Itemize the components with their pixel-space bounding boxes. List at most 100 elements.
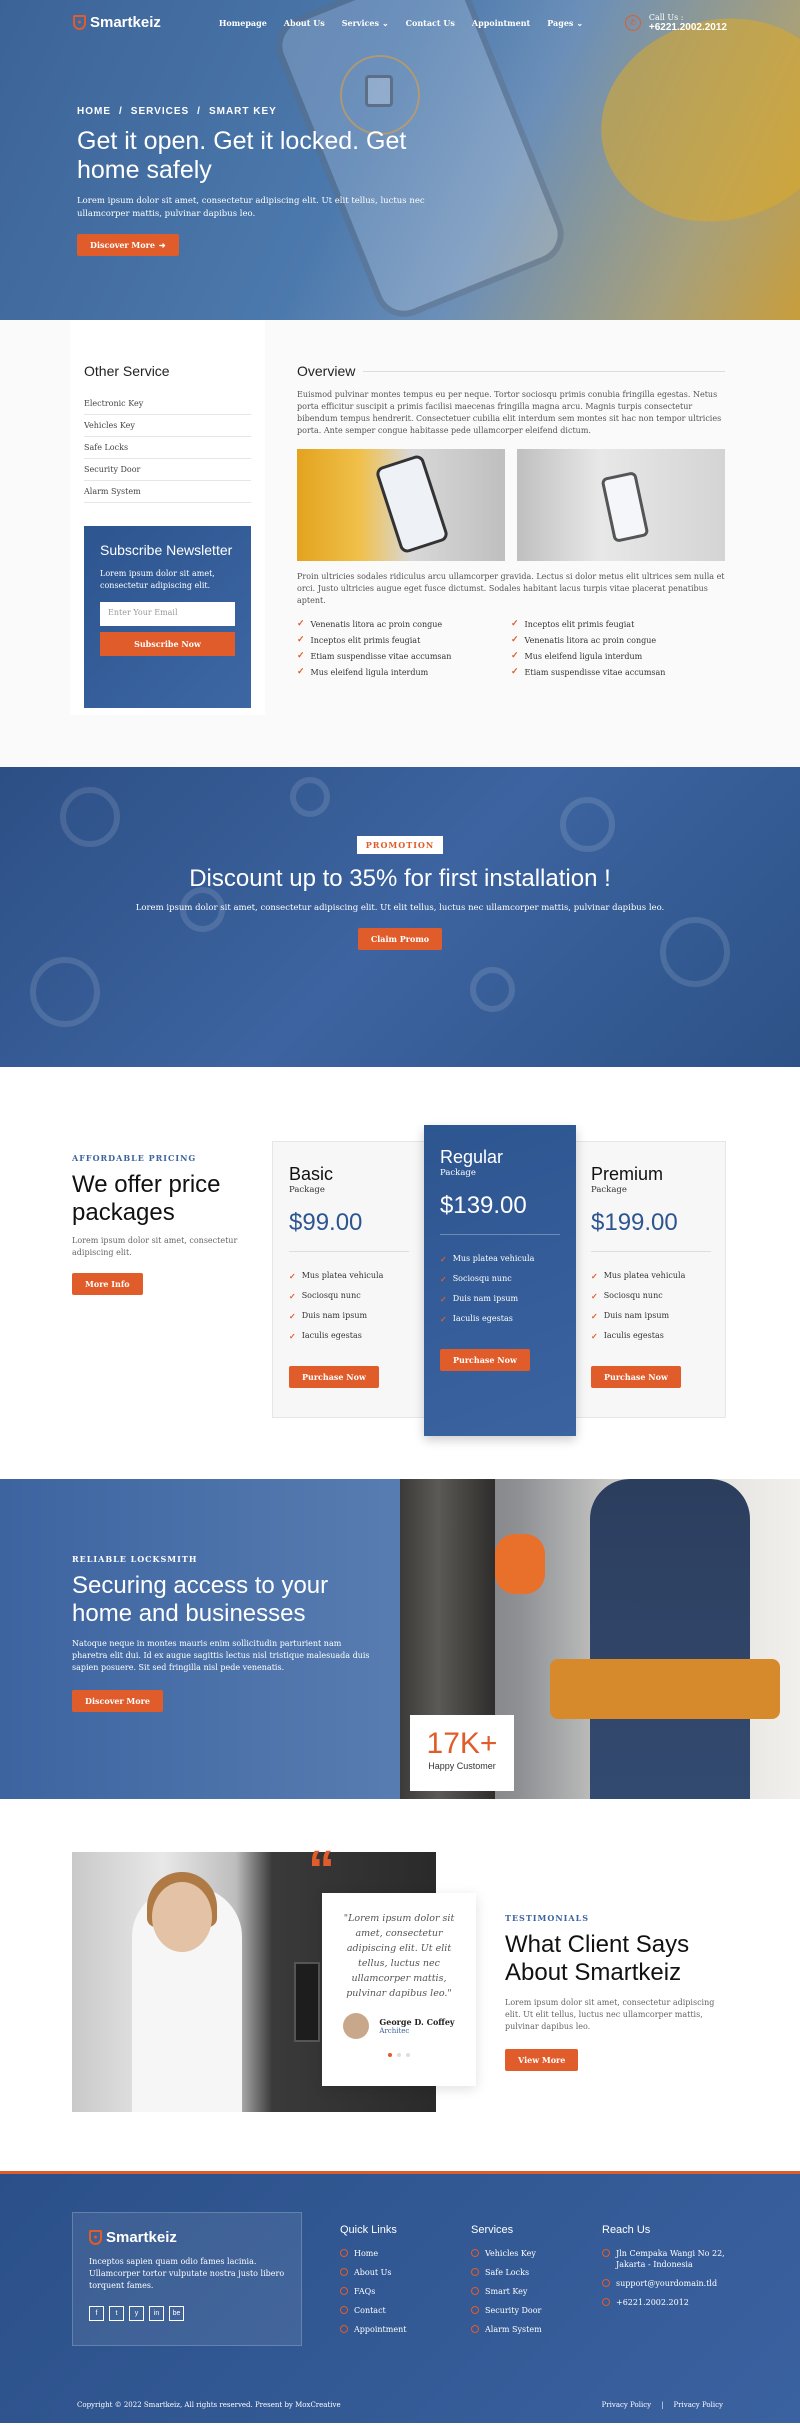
feature-label: Iaculis egestas xyxy=(301,1331,362,1340)
discover-more-button-2[interactable]: Discover More xyxy=(72,1690,163,1712)
plan-feature: ✓ Duis nam ipsum xyxy=(591,1306,711,1326)
stat-label: Happy Customer xyxy=(428,1761,496,1771)
claim-promo-button[interactable]: Claim Promo xyxy=(357,928,443,950)
sidebar-item-safe-locks[interactable]: Safe Locks xyxy=(84,437,251,459)
facebook-icon[interactable]: f xyxy=(89,2306,104,2321)
purchase-premium-button[interactable]: Purchase Now xyxy=(591,1366,681,1388)
overview-title: Overview xyxy=(297,363,356,379)
social-links: f t y in be xyxy=(89,2306,285,2321)
breadcrumb-sep: / xyxy=(197,106,201,117)
call-number: +6221.2002.2012 xyxy=(648,21,727,33)
shield-logo-icon: ● xyxy=(89,2230,102,2245)
purchase-basic-button[interactable]: Purchase Now xyxy=(289,1366,379,1388)
sidebar-item-electronic-key[interactable]: Electronic Key xyxy=(84,393,251,415)
footer-list: Vehicles Key Safe Locks Smart Key Securi… xyxy=(471,2248,542,2335)
purchase-regular-button[interactable]: Purchase Now xyxy=(440,1349,530,1371)
view-more-button[interactable]: View More xyxy=(505,2049,579,2071)
button-label: Discover More xyxy=(90,240,155,250)
locksmith-eyebrow: RELIABLE LOCKSMITH xyxy=(72,1554,198,1564)
footer-email[interactable]: support@yourdomain.tld xyxy=(602,2278,732,2289)
check-label: Mus eleifend ligula interdum xyxy=(524,651,643,661)
email-field[interactable]: Enter Your Email xyxy=(100,602,235,626)
footer-address: Jln Cempaka Wangi No 22, Jakarta - Indon… xyxy=(602,2248,732,2270)
feature-label: Duis nam ipsum xyxy=(301,1311,368,1320)
pricing-table: Basic Package $99.00 ✓ Mus platea vehicul… xyxy=(272,1125,726,1436)
circle-icon xyxy=(471,2287,479,2295)
phone-image xyxy=(600,470,650,544)
plan-feature: ✓ Sociosqu nunc xyxy=(440,1269,560,1289)
plan-price: $199.00 xyxy=(591,1209,711,1252)
overview: Overview Euismod pulvinar montes tempus … xyxy=(297,363,725,677)
footer-link[interactable]: Security Door xyxy=(471,2305,542,2316)
youtube-icon[interactable]: y xyxy=(129,2306,144,2321)
nav-item-appointment[interactable]: Appointment xyxy=(472,18,530,28)
call-us[interactable]: ✆ Call Us : +6221.2002.2012 xyxy=(624,13,727,33)
footer-link[interactable]: Safe Locks xyxy=(471,2267,542,2278)
quote-mark-icon: “ xyxy=(308,1840,335,1900)
footer-link[interactable]: About Us xyxy=(340,2267,406,2278)
carousel-dot[interactable] xyxy=(397,2053,401,2057)
hero-banner: HOME / SERVICES / SMART KEY Get it open.… xyxy=(0,0,800,320)
pricing-intro: AFFORDABLE PRICING We offer price packag… xyxy=(72,1153,252,1295)
carousel-dot[interactable] xyxy=(406,2053,410,2057)
breadcrumb-services[interactable]: SERVICES xyxy=(131,106,189,117)
circle-icon xyxy=(340,2325,348,2333)
footer-link[interactable]: Appointment xyxy=(340,2324,406,2335)
nav-label: Pages xyxy=(547,17,574,28)
plan-name: Regular xyxy=(440,1147,504,1167)
carousel-dots xyxy=(336,2053,462,2057)
plan-features: ✓ Mus platea vehicula ✓ Sociosqu nunc ✓ Dui… xyxy=(289,1266,409,1346)
keypad-image xyxy=(294,1962,320,2042)
check-icon: ✓ xyxy=(297,651,305,661)
overview-paragraph-2: Proin ultricies sodales ridiculus arcu u… xyxy=(297,572,725,605)
copyright: Copyright © 2022 Smartkeiz, All rights r… xyxy=(77,2401,341,2409)
footer-phone[interactable]: +6221.2002.2012 xyxy=(602,2297,732,2308)
footer-logo[interactable]: ● Smartkeiz xyxy=(89,2229,285,2246)
hero-title: Get it open. Get it locked. Get home saf… xyxy=(77,127,407,184)
brand-logo[interactable]: ● Smartkeiz xyxy=(73,14,161,31)
nav-item-contact[interactable]: Contact Us xyxy=(406,18,455,28)
check-label: Venenatis litora ac proin congue xyxy=(310,619,443,629)
sidebar-item-alarm-system[interactable]: Alarm System xyxy=(84,481,251,503)
carousel-dot[interactable] xyxy=(388,2053,392,2057)
footer-link[interactable]: Home xyxy=(340,2248,406,2259)
phone-icon: ✆ xyxy=(624,14,641,31)
behance-icon[interactable]: be xyxy=(169,2306,184,2321)
locksmith-section: RELIABLE LOCKSMITH Securing access to yo… xyxy=(0,1479,800,1799)
sidebar-item-vehicles-key[interactable]: Vehicles Key xyxy=(84,415,251,437)
breadcrumb-home[interactable]: HOME xyxy=(77,106,111,117)
face-image xyxy=(152,1882,212,1952)
key-bg-icon xyxy=(30,957,100,1027)
privacy-policy-link[interactable]: Privacy Policy xyxy=(673,2401,723,2409)
discover-more-button[interactable]: Discover More ➜ xyxy=(77,234,179,256)
link-label: Vehicles Key xyxy=(485,2249,536,2258)
feature-label: Mus platea vehicula xyxy=(603,1271,686,1280)
privacy-policy-link[interactable]: Privacy Policy xyxy=(602,2401,652,2409)
instagram-icon[interactable]: in xyxy=(149,2306,164,2321)
footer-link[interactable]: Smart Key xyxy=(471,2286,542,2297)
check-icon: ✓ xyxy=(297,619,305,629)
nav-item-about[interactable]: About Us xyxy=(284,18,325,28)
promotion-banner: PROMOTION Discount up to 35% for first i… xyxy=(0,767,800,1067)
check-icon: ✓ xyxy=(591,1271,598,1281)
check-label: Etiam suspendisse vitae accumsan xyxy=(310,651,452,661)
footer-link[interactable]: Alarm System xyxy=(471,2324,542,2335)
check-icon: ✓ xyxy=(591,1331,598,1341)
sidebar: Other Service Electronic Key Vehicles Ke… xyxy=(70,320,265,715)
overview-paragraph: Euismod pulvinar montes tempus eu per ne… xyxy=(297,390,722,435)
newsletter-box: Subscribe Newsletter Lorem ipsum dolor s… xyxy=(84,526,251,708)
subscribe-button[interactable]: Subscribe Now xyxy=(100,632,235,656)
breadcrumb-sep: / xyxy=(119,106,123,117)
footer-services: Services Vehicles Key Safe Locks Smart K… xyxy=(471,2224,542,2343)
nav-item-pages[interactable]: Pages ⌄ xyxy=(547,18,583,28)
more-info-button[interactable]: More Info xyxy=(72,1273,143,1295)
footer-link[interactable]: Vehicles Key xyxy=(471,2248,542,2259)
nav-item-homepage[interactable]: Homepage xyxy=(219,18,267,28)
sidebar-item-security-door[interactable]: Security Door xyxy=(84,459,251,481)
check-icon: ✓ xyxy=(297,635,305,645)
footer-link[interactable]: FAQs xyxy=(340,2286,406,2297)
footer-link[interactable]: Contact xyxy=(340,2305,406,2316)
nav-item-services[interactable]: Services ⌄ xyxy=(342,18,389,28)
twitter-icon[interactable]: t xyxy=(109,2306,124,2321)
check-item: ✓ Inceptos elit primis feugiat xyxy=(297,635,511,645)
